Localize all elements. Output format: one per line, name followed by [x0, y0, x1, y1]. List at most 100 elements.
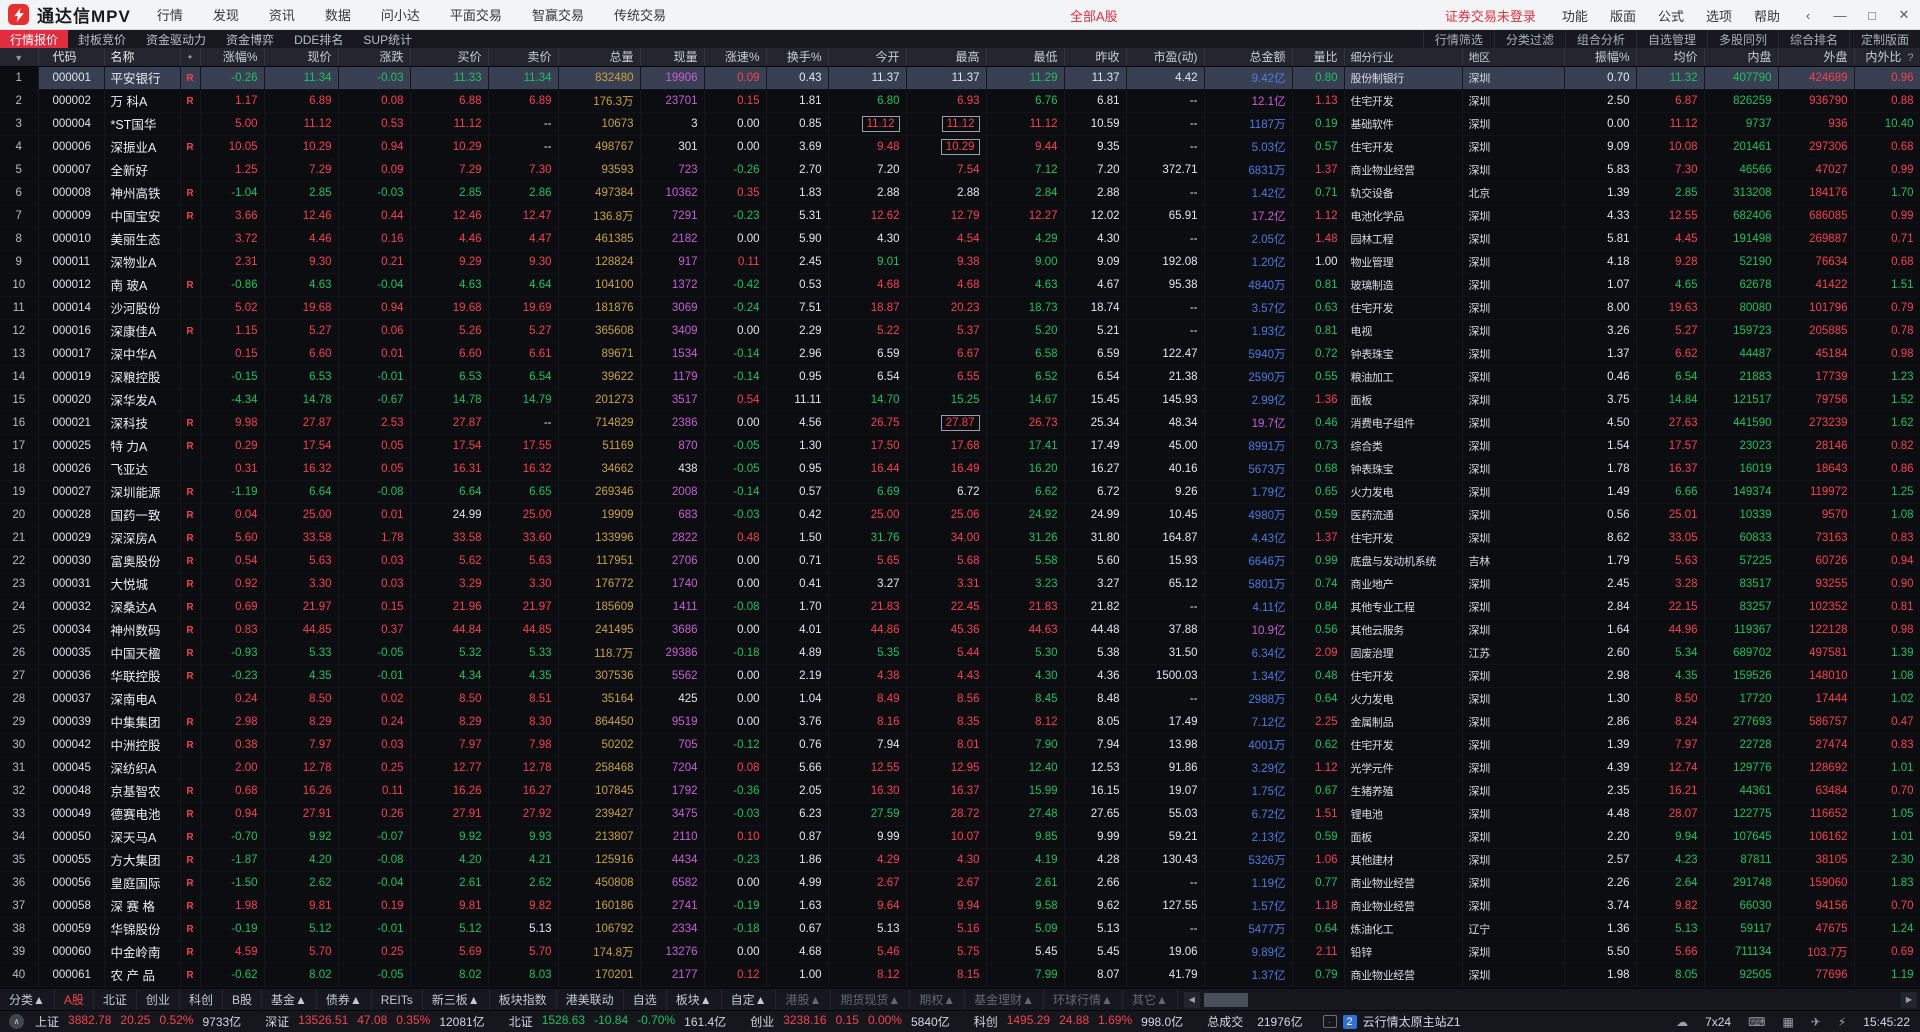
col-chg[interactable]: 涨跌 [338, 48, 410, 66]
toolbar-tab[interactable]: DDE排名 [284, 30, 353, 48]
col-industry[interactable]: 细分行业 [1344, 48, 1462, 66]
menu-item[interactable]: 平面交易 [450, 5, 502, 24]
market-tab[interactable]: 板块指数 [490, 989, 557, 1010]
col-price[interactable]: 现价 [264, 48, 338, 66]
col-name[interactable]: 名称 [104, 48, 180, 66]
col-bid[interactable]: 买价 [410, 48, 488, 66]
index-item[interactable]: 北证1528.63-10.84-0.70%161.4亿 [509, 1013, 727, 1030]
col-vol-ratio[interactable]: 量比 [1292, 48, 1344, 66]
market-tab[interactable]: 创业 [137, 989, 180, 1010]
market-tab[interactable]: 期货现货▲ [831, 989, 910, 1010]
menu-item[interactable]: 发现 [213, 5, 239, 24]
market-tab[interactable]: 基金▲ [262, 989, 317, 1010]
menu-item[interactable]: 行情 [157, 5, 183, 24]
table-row[interactable]: 33000049德赛电池R0.9427.910.2627.9127.922394… [0, 802, 1920, 825]
table-row[interactable]: 5000007全新好1.257.290.097.297.3093593723-0… [0, 158, 1920, 181]
cloud-icon[interactable]: ☁ [1676, 1015, 1688, 1029]
table-row[interactable]: 8000010美丽生态3.724.460.164.464.47461385218… [0, 227, 1920, 250]
expand-panel-icon[interactable]: ∧ [9, 1014, 24, 1029]
col-amount[interactable]: 总金额 [1204, 48, 1292, 66]
toolbar-action[interactable]: 行情筛选 [1423, 30, 1494, 48]
toolbar-action[interactable]: 综合排名 [1778, 30, 1849, 48]
table-row[interactable]: 27000036华联控股R-0.234.35-0.014.344.3530753… [0, 664, 1920, 687]
table-row[interactable]: 35000055方大集团R-1.874.20-0.084.204.2112591… [0, 848, 1920, 871]
server-info[interactable]: · 2 云行情太原主站Z1 [1323, 1013, 1461, 1030]
close-icon[interactable]: ✕ [1896, 7, 1912, 23]
menu-item[interactable]: 传统交易 [614, 5, 666, 24]
toolbar-tab[interactable]: 封板竞价 [68, 30, 136, 48]
market-tab[interactable]: 板块▲ [667, 989, 722, 1010]
table-row[interactable]: 6000008神州高铁R-1.042.85-0.032.852.86497384… [0, 181, 1920, 204]
col-pe[interactable]: 市盈(动) [1126, 48, 1204, 66]
market-tab[interactable]: 其它▲ [1123, 989, 1178, 1010]
toolbar-tab[interactable]: 资金驱动力 [136, 30, 216, 48]
toolbar-tab[interactable]: 行情报价 [0, 30, 68, 48]
menu-item[interactable]: 问小达 [381, 5, 420, 24]
table-row[interactable]: 14000019深粮控股-0.156.53-0.016.536.54396221… [0, 365, 1920, 388]
market-tab[interactable]: 港美联动 [557, 989, 624, 1010]
index-item[interactable]: 创业3238.160.150.00%5840亿 [750, 1013, 950, 1030]
market-tab[interactable]: A股 [55, 989, 94, 1010]
market-tab[interactable]: 期权▲ [910, 989, 965, 1010]
table-row[interactable]: 17000025特 力AR0.2917.540.0517.5417.555116… [0, 434, 1920, 457]
col-chg-pct[interactable]: 涨幅% [200, 48, 264, 66]
toolbar-tab[interactable]: SUP统计 [353, 30, 422, 48]
table-row[interactable]: 20000028国药一致R0.0425.000.0124.9925.001990… [0, 503, 1920, 526]
market-tab[interactable]: 科创 [180, 989, 223, 1010]
menu-item[interactable]: 版面 [1610, 6, 1636, 25]
toolbar-tab[interactable]: 资金博弈 [216, 30, 284, 48]
table-row[interactable]: 34000050深天马AR-0.709.92-0.079.929.9321380… [0, 825, 1920, 848]
toolbar-action[interactable]: 分类过滤 [1494, 30, 1565, 48]
toolbar-action[interactable]: 多股同列 [1707, 30, 1778, 48]
table-row[interactable]: 2000002万 科AR1.176.890.086.886.89176.3万23… [0, 89, 1920, 112]
keyboard-icon[interactable]: ⌨ [1748, 1015, 1765, 1029]
table-row[interactable]: 19000027深圳能源R-1.196.64-0.086.646.6526934… [0, 480, 1920, 503]
table-row[interactable]: 37000058深 赛 格R1.989.810.199.819.82160186… [0, 894, 1920, 917]
menu-item[interactable]: 选项 [1706, 6, 1732, 25]
col-high[interactable]: 最高 [906, 48, 986, 66]
col-amplitude-pct[interactable]: 振幅% [1564, 48, 1636, 66]
market-tab[interactable]: 分类▲ [0, 989, 55, 1010]
table-row[interactable]: 32000048京基智农R0.6816.260.1116.2616.271078… [0, 779, 1920, 802]
toolbar-action[interactable]: 自选管理 [1636, 30, 1707, 48]
scroll-right-icon[interactable]: ▶ [1901, 992, 1917, 1008]
login-status[interactable]: 证券交易未登录 [1445, 6, 1536, 25]
table-row[interactable]: 30000042中洲控股R0.387.970.037.977.985020270… [0, 733, 1920, 756]
menu-item[interactable]: 资讯 [269, 5, 295, 24]
table-row[interactable]: 21000029深深房AR5.6033.581.7833.5833.601339… [0, 526, 1920, 549]
table-row[interactable]: 18000026飞亚达0.3116.320.0516.3116.32346624… [0, 457, 1920, 480]
index-item[interactable]: 深证13526.5147.080.35%12081亿 [265, 1013, 485, 1030]
index-item[interactable]: 上证3882.7820.250.52%9733亿 [35, 1013, 241, 1030]
col-avg-price[interactable]: 均价 [1636, 48, 1704, 66]
menu-item[interactable]: 功能 [1562, 6, 1588, 25]
col-prev-close[interactable]: 昨收 [1064, 48, 1126, 66]
table-row[interactable]: 1000001平安银行R-0.2611.34-0.0311.3311.34832… [0, 66, 1920, 89]
col-volume[interactable]: 总量 [558, 48, 640, 66]
lightning-icon[interactable]: ⚡ [1838, 1015, 1846, 1029]
toolbar-action[interactable]: 定制版面 [1849, 30, 1920, 48]
menu-item[interactable]: 公式 [1658, 6, 1684, 25]
table-row[interactable]: 39000060中金岭南R4.595.700.255.695.70174.8万1… [0, 940, 1920, 963]
col-low[interactable]: 最低 [986, 48, 1064, 66]
table-row[interactable]: 26000035中国天楹R-0.935.33-0.055.325.33118.7… [0, 641, 1920, 664]
col-margin-flag[interactable]: • [180, 48, 200, 66]
menu-item[interactable]: 帮助 [1754, 6, 1780, 25]
table-row[interactable]: 25000034神州数码R0.8344.850.3744.8444.852414… [0, 618, 1920, 641]
table-row[interactable]: 10000012南 玻AR-0.864.63-0.044.634.6410410… [0, 273, 1920, 296]
scroll-left-icon[interactable]: ◀ [1184, 992, 1200, 1008]
satellite-icon[interactable]: ✈ [1811, 1015, 1821, 1029]
col-speed-pct[interactable]: 涨速% [704, 48, 766, 66]
market-tab[interactable]: REITs [372, 989, 423, 1010]
help-icon[interactable]: ? [1907, 52, 1913, 64]
table-row[interactable]: 4000006深振业AR10.0510.290.9410.29--4987673… [0, 135, 1920, 158]
table-row[interactable]: 31000045深纺织A2.0012.780.2512.7712.7825846… [0, 756, 1920, 779]
monitor-icon[interactable]: ▦ [1782, 1015, 1793, 1029]
market-tab[interactable]: 债券▲ [317, 989, 372, 1010]
market-tab[interactable]: B股 [223, 989, 262, 1010]
table-row[interactable]: 7000009中国宝安R3.6612.460.4412.4612.47136.8… [0, 204, 1920, 227]
minimize-icon[interactable]: — [1832, 8, 1848, 23]
table-row[interactable]: 3000004*ST国华5.0011.120.5311.12--1067330.… [0, 112, 1920, 135]
col-inner-outer-ratio[interactable]: 内外比? [1854, 48, 1920, 66]
market-tab[interactable]: 北证 [94, 989, 137, 1010]
col-region[interactable]: 地区 [1462, 48, 1564, 66]
